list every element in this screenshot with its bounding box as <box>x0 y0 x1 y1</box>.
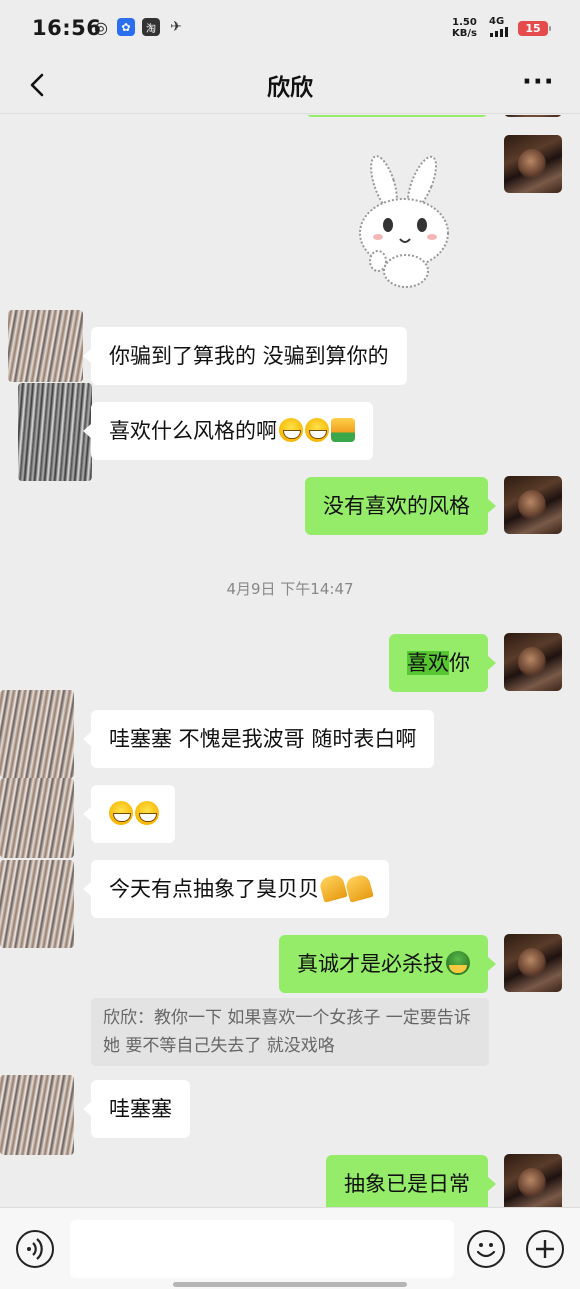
my-avatar[interactable] <box>504 115 562 117</box>
plus-icon[interactable] <box>526 1230 564 1268</box>
taobao-icon: 淘 <box>142 18 160 36</box>
message-bubble-outgoing[interactable]: 抽象已是日常 <box>326 1155 496 1207</box>
quoted-message[interactable]: 欣欣：教你一下 如果喜欢一个女孩子 一定要告诉她 要不等自己失去了 就没戏咯 <box>91 998 489 1066</box>
message-input-bar <box>0 1207 580 1289</box>
weibo-icon: ◎ <box>94 17 108 37</box>
message-bubble-incoming[interactable]: 喜欢什么风格的啊 <box>83 402 373 460</box>
message-text: 今天有点抽象了臭贝贝 <box>109 877 319 901</box>
thumbs-up-emoji <box>331 418 355 442</box>
contact-avatar[interactable] <box>0 778 74 858</box>
my-avatar[interactable] <box>504 476 562 534</box>
message-bubble-incoming[interactable] <box>83 785 175 843</box>
message-bubble-incoming[interactable]: 你骗到了算我的 没骗到算你的 <box>83 327 407 385</box>
clap-emoji <box>344 873 374 903</box>
status-time: 16:56 <box>32 16 102 40</box>
grin-emoji <box>109 801 133 825</box>
my-avatar[interactable] <box>504 1154 562 1207</box>
home-indicator[interactable] <box>173 1282 407 1287</box>
message-timestamp: 4月9日 下午14:47 <box>226 580 354 598</box>
contact-avatar[interactable] <box>0 1075 74 1155</box>
signal-icon <box>490 26 508 37</box>
grin-emoji <box>305 418 329 442</box>
battery-icon: 15 <box>518 21 551 36</box>
message-text: 你 <box>449 651 470 675</box>
contact-avatar[interactable] <box>8 310 83 382</box>
grin-emoji <box>135 801 159 825</box>
selected-text[interactable]: 喜欢 <box>407 651 449 675</box>
message-bubble-incoming[interactable]: 哇塞塞 不愧是我波哥 随时表白啊 <box>82 710 435 768</box>
network-speed: 1.50 KB/s <box>452 17 477 39</box>
message-input[interactable] <box>70 1220 454 1278</box>
chat-message-list[interactable]: 你骗到了算我的 没骗到算你的 喜欢什么风格的啊 没有喜欢的风格 4月9日 下午1… <box>0 115 580 1207</box>
contact-avatar[interactable] <box>0 860 74 948</box>
network-speed-unit: KB/s <box>452 28 477 39</box>
chat-header: 欣欣 ··· <box>0 56 580 114</box>
status-bar: 16:56 ◎ ✿ 淘 ✈ 1.50 KB/s 4G 15 <box>0 0 580 56</box>
chat-title: 欣欣 <box>267 75 313 101</box>
baidu-icon: ✿ <box>117 18 135 36</box>
my-avatar[interactable] <box>504 633 562 691</box>
more-options-icon[interactable]: ··· <box>522 69 556 100</box>
message-bubble-outgoing[interactable]: 喜欢你 <box>389 634 496 692</box>
message-text: 喜欢什么风格的啊 <box>109 419 277 443</box>
message-text: 真诚才是必杀技 <box>297 952 444 976</box>
rabbit-sticker[interactable] <box>348 153 460 291</box>
voice-icon[interactable] <box>16 1230 54 1268</box>
message-bubble-incoming[interactable]: 今天有点抽象了臭贝贝 <box>83 860 389 918</box>
grin-emoji <box>279 418 303 442</box>
network-speed-value: 1.50 <box>452 17 477 28</box>
contact-avatar[interactable] <box>18 383 92 481</box>
my-avatar[interactable] <box>504 135 562 193</box>
status-app-icons: ◎ ✿ 淘 ✈ <box>92 17 185 37</box>
my-avatar[interactable] <box>504 934 562 992</box>
message-bubble-partial[interactable] <box>306 115 488 117</box>
emoji-icon[interactable] <box>467 1230 505 1268</box>
message-bubble-outgoing[interactable]: 真诚才是必杀技 <box>279 935 496 993</box>
clap-emoji <box>318 873 348 903</box>
bird-icon: ✈ <box>170 19 182 35</box>
message-bubble-outgoing[interactable]: 没有喜欢的风格 <box>305 477 496 535</box>
message-bubble-incoming[interactable]: 哇塞塞 <box>83 1080 190 1138</box>
contact-avatar[interactable] <box>0 690 74 778</box>
turtle-emoji <box>446 951 470 975</box>
